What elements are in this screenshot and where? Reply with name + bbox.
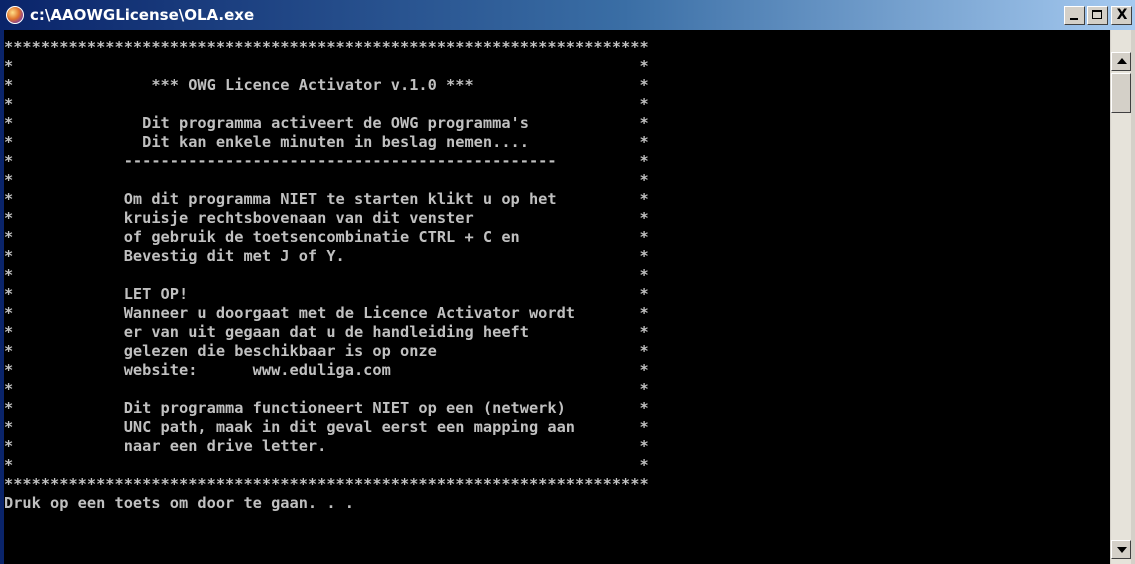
vertical-scrollbar[interactable] [1110,30,1131,564]
console-line: * * [4,266,649,284]
console-line: * Bevestig dit met J of Y. * [4,247,649,265]
console-line: * of gebruik de toetsencombinatie CTRL +… [4,228,649,246]
console-line: * Wanneer u doorgaat met de Licence Acti… [4,304,649,322]
scroll-thumb[interactable] [1111,73,1131,113]
console-app-icon[interactable] [6,6,24,24]
console-line: * * [4,57,649,75]
console-line: * *** OWG Licence Activator v.1.0 *** * [4,76,649,94]
console-line: * UNC path, maak in dit geval eerst een … [4,418,649,436]
console-line: * * [4,95,649,113]
console-window: c:\AAOWGLicense\OLA.exe X **************… [0,0,1135,564]
scroll-down-button[interactable] [1111,540,1131,559]
console-text: ****************************************… [4,38,649,513]
console-line: * Om dit programma NIET te starten klikt… [4,190,649,208]
console-line: * Dit kan enkele minuten in beslag nemen… [4,133,649,151]
maximize-button[interactable] [1087,6,1108,25]
maximize-icon [1092,10,1102,19]
scroll-down-icon [1117,547,1127,553]
console-line: * Dit programma activeert de OWG program… [4,114,649,132]
scroll-up-icon [1117,58,1127,64]
console-line: ****************************************… [4,475,649,493]
console-output[interactable]: ****************************************… [4,30,1110,564]
minimize-button[interactable] [1064,6,1085,25]
console-line: * * [4,456,649,474]
console-line: * * [4,380,649,398]
console-line: Druk op een toets om door te gaan. . . [4,494,354,512]
console-line: * gelezen die beschikbaar is op onze * [4,342,649,360]
console-line: * naar een drive letter. * [4,437,649,455]
console-line: * er van uit gegaan dat u de handleiding… [4,323,649,341]
console-line: * --------------------------------------… [4,152,649,170]
console-line: * * [4,171,649,189]
window-title: c:\AAOWGLicense\OLA.exe [30,6,255,24]
console-line: ****************************************… [4,38,649,56]
console-line: * kruisje rechtsbovenaan van dit venster… [4,209,649,227]
console-line: * LET OP! * [4,285,649,303]
title-bar[interactable]: c:\AAOWGLicense\OLA.exe X [0,0,1135,30]
close-icon: X [1116,7,1128,23]
scroll-up-button[interactable] [1111,52,1131,71]
minimize-icon [1070,18,1078,20]
console-line: * website: www.eduliga.com * [4,361,649,379]
window-border [1131,30,1135,564]
close-button[interactable]: X [1111,6,1132,25]
console-line: * Dit programma functioneert NIET op een… [4,399,649,417]
